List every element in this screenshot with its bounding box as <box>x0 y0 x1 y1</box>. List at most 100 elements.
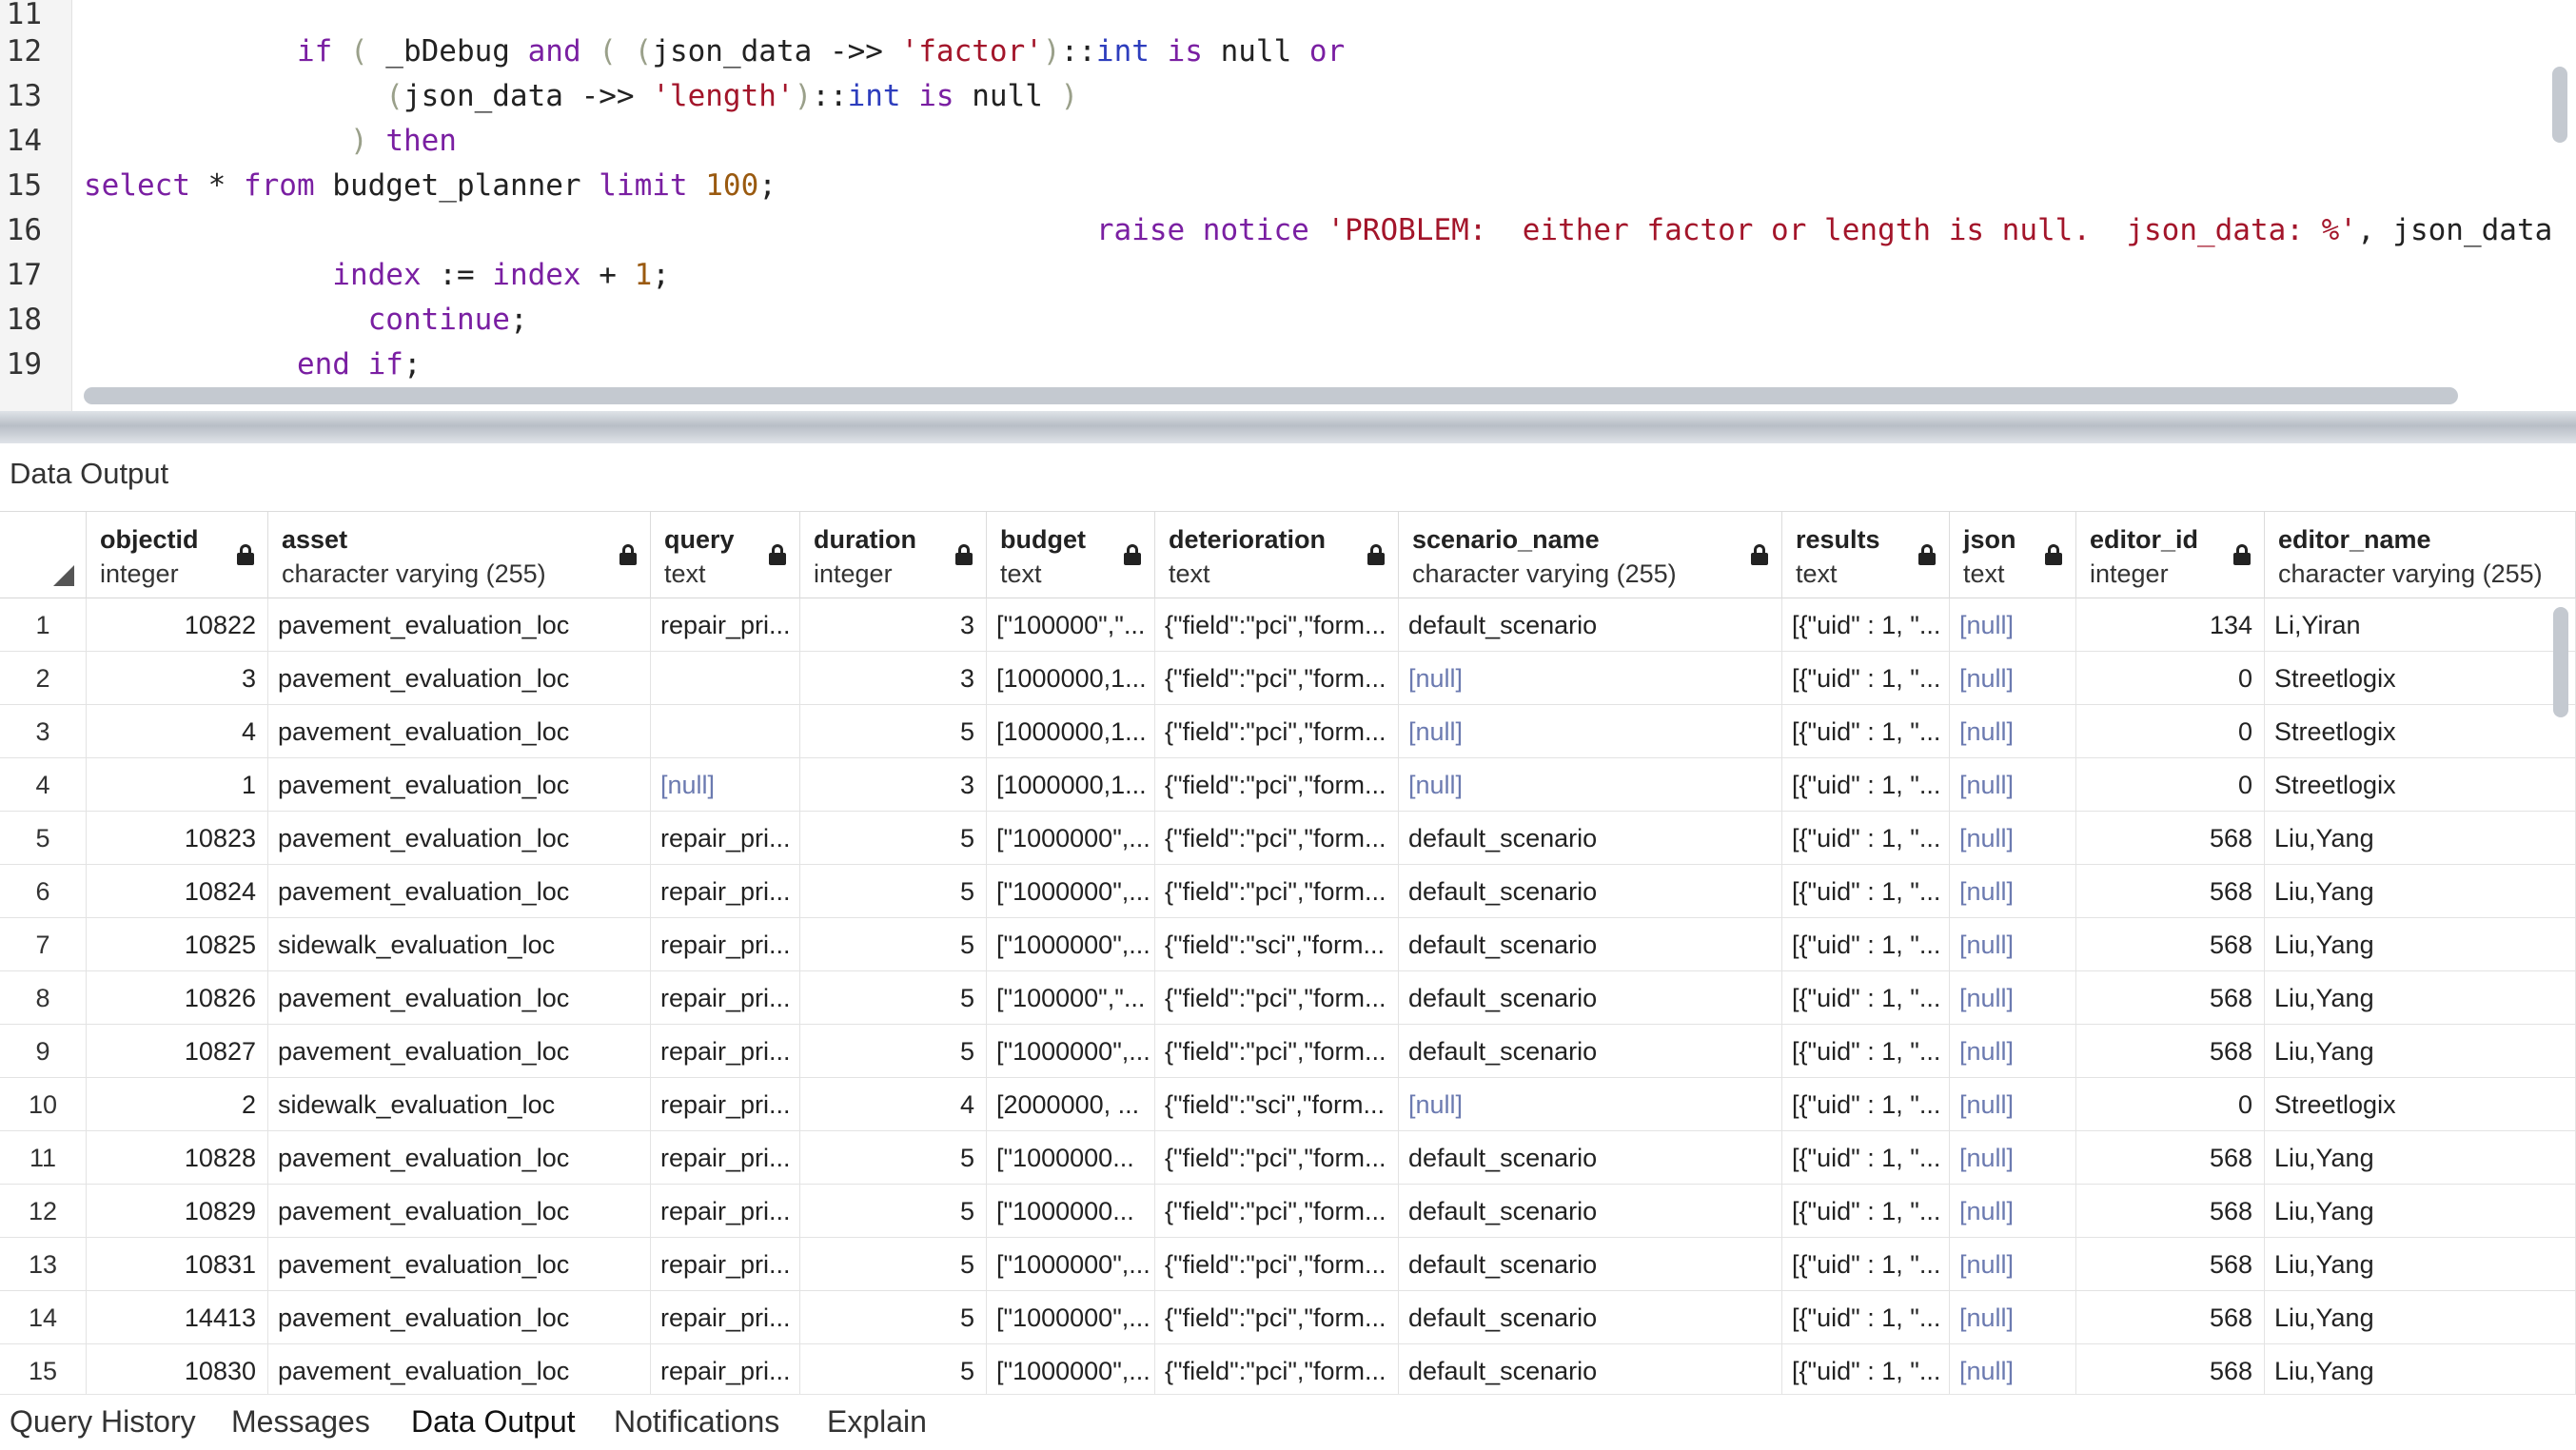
table-cell[interactable]: 10828 <box>87 1131 268 1185</box>
table-cell[interactable]: 5 <box>800 1131 987 1185</box>
table-cell[interactable]: ["1000000",... <box>987 918 1155 971</box>
table-cell[interactable]: default_scenario <box>1399 1131 1782 1185</box>
table-row[interactable]: 9 10827 pavement_evaluation_loc repair_pri.… <box>0 1025 2576 1078</box>
table-cell[interactable]: Liu,Yang <box>2265 1131 2576 1185</box>
editor-horizontal-scrollbar[interactable] <box>84 387 2458 404</box>
table-cell[interactable]: 0 <box>2076 758 2265 812</box>
table-cell[interactable]: [1000000,1... <box>987 758 1155 812</box>
row-number[interactable]: 15 <box>0 1344 87 1394</box>
table-cell[interactable]: {"field":"pci","form... <box>1155 812 1399 865</box>
table-cell[interactable]: pavement_evaluation_loc <box>268 1131 651 1185</box>
table-cell[interactable]: {"field":"sci","form... <box>1155 918 1399 971</box>
table-cell[interactable]: 134 <box>2076 598 2265 652</box>
table-cell[interactable]: ["1000000",... <box>987 1344 1155 1394</box>
table-cell[interactable]: 4 <box>800 1078 987 1131</box>
table-cell[interactable]: repair_pri... <box>651 598 800 652</box>
table-cell[interactable]: [null] <box>1950 918 2076 971</box>
table-cell[interactable]: {"field":"pci","form... <box>1155 1131 1399 1185</box>
row-number[interactable]: 8 <box>0 971 87 1025</box>
table-cell[interactable]: 14413 <box>87 1291 268 1344</box>
table-cell[interactable] <box>651 705 800 758</box>
table-cell[interactable]: Liu,Yang <box>2265 865 2576 918</box>
table-cell[interactable]: [null] <box>1950 812 2076 865</box>
table-cell[interactable]: 5 <box>800 1291 987 1344</box>
table-row[interactable]: 3 4 pavement_evaluation_loc 5 [1000000,1...{… <box>0 705 2576 758</box>
column-header-scenario-name[interactable]: scenario_name character varying (255) <box>1399 512 1782 598</box>
table-cell[interactable]: [{"uid" : 1, "... <box>1782 918 1950 971</box>
table-cell[interactable]: {"field":"sci","form... <box>1155 1078 1399 1131</box>
table-cell[interactable]: [null] <box>1950 865 2076 918</box>
table-cell[interactable]: [null] <box>1950 652 2076 705</box>
table-cell[interactable]: [null] <box>1950 598 2076 652</box>
table-cell[interactable]: Liu,Yang <box>2265 1344 2576 1394</box>
table-cell[interactable]: [null] <box>1399 1078 1782 1131</box>
table-cell[interactable]: default_scenario <box>1399 918 1782 971</box>
table-cell[interactable]: default_scenario <box>1399 598 1782 652</box>
table-cell[interactable]: [1000000,1... <box>987 705 1155 758</box>
table-cell[interactable]: [1000000,1... <box>987 652 1155 705</box>
table-cell[interactable]: pavement_evaluation_loc <box>268 1291 651 1344</box>
table-cell[interactable]: Liu,Yang <box>2265 812 2576 865</box>
table-cell[interactable]: repair_pri... <box>651 865 800 918</box>
row-number[interactable]: 12 <box>0 1185 87 1238</box>
table-cell[interactable]: [null] <box>1950 1025 2076 1078</box>
table-cell[interactable]: [{"uid" : 1, "... <box>1782 865 1950 918</box>
select-all-cell[interactable] <box>0 512 87 598</box>
table-cell[interactable]: default_scenario <box>1399 971 1782 1025</box>
row-number[interactable]: 5 <box>0 812 87 865</box>
table-cell[interactable] <box>651 652 800 705</box>
table-cell[interactable]: repair_pri... <box>651 1238 800 1291</box>
table-cell[interactable]: repair_pri... <box>651 1344 800 1394</box>
table-cell[interactable]: pavement_evaluation_loc <box>268 865 651 918</box>
table-cell[interactable]: 4 <box>87 705 268 758</box>
table-cell[interactable]: {"field":"pci","form... <box>1155 865 1399 918</box>
table-cell[interactable]: [{"uid" : 1, "... <box>1782 1131 1950 1185</box>
table-cell[interactable]: [null] <box>1399 705 1782 758</box>
table-cell[interactable]: 10822 <box>87 598 268 652</box>
panel-splitter[interactable] <box>0 411 2576 443</box>
table-cell[interactable]: 568 <box>2076 812 2265 865</box>
row-number[interactable]: 7 <box>0 918 87 971</box>
table-row[interactable]: 6 10824 pavement_evaluation_loc repair_pri.… <box>0 865 2576 918</box>
table-cell[interactable]: [null] <box>1950 1291 2076 1344</box>
table-cell[interactable]: Liu,Yang <box>2265 1025 2576 1078</box>
table-cell[interactable]: pavement_evaluation_loc <box>268 598 651 652</box>
table-cell[interactable]: ["1000000",... <box>987 865 1155 918</box>
table-cell[interactable]: pavement_evaluation_loc <box>268 1025 651 1078</box>
table-cell[interactable]: ["1000000",... <box>987 1291 1155 1344</box>
row-number[interactable]: 2 <box>0 652 87 705</box>
column-header-json[interactable]: json text <box>1950 512 2076 598</box>
table-cell[interactable]: [null] <box>1950 1344 2076 1394</box>
table-cell[interactable]: Liu,Yang <box>2265 971 2576 1025</box>
table-cell[interactable]: [null] <box>1950 1185 2076 1238</box>
table-cell[interactable]: Liu,Yang <box>2265 1291 2576 1344</box>
table-row[interactable]: 7 10825 sidewalk_evaluation_loc repair_pri.… <box>0 918 2576 971</box>
table-cell[interactable]: [{"uid" : 1, "... <box>1782 652 1950 705</box>
table-row[interactable]: 11 10828 pavement_evaluation_loc repair_pri… <box>0 1131 2576 1185</box>
table-cell[interactable]: 5 <box>800 1185 987 1238</box>
table-cell[interactable]: pavement_evaluation_loc <box>268 1238 651 1291</box>
table-row[interactable]: 15 10830 pavement_evaluation_loc repair_pri… <box>0 1344 2576 1394</box>
table-cell[interactable]: repair_pri... <box>651 1185 800 1238</box>
table-cell[interactable]: ["1000000... <box>987 1131 1155 1185</box>
table-cell[interactable]: 568 <box>2076 1344 2265 1394</box>
table-cell[interactable]: pavement_evaluation_loc <box>268 652 651 705</box>
table-cell[interactable]: default_scenario <box>1399 1344 1782 1394</box>
table-cell[interactable]: 3 <box>800 652 987 705</box>
table-cell[interactable]: pavement_evaluation_loc <box>268 971 651 1025</box>
table-cell[interactable]: 5 <box>800 1344 987 1394</box>
table-cell[interactable]: 0 <box>2076 1078 2265 1131</box>
table-cell[interactable]: [{"uid" : 1, "... <box>1782 1185 1950 1238</box>
table-cell[interactable]: pavement_evaluation_loc <box>268 705 651 758</box>
table-cell[interactable]: {"field":"pci","form... <box>1155 1025 1399 1078</box>
tab-messages[interactable]: Messages <box>231 1404 370 1440</box>
table-cell[interactable]: ["1000000",... <box>987 812 1155 865</box>
table-cell[interactable]: Streetlogix <box>2265 758 2576 812</box>
row-number[interactable]: 13 <box>0 1238 87 1291</box>
table-cell[interactable]: Liu,Yang <box>2265 1185 2576 1238</box>
column-header-editor-id[interactable]: editor_id integer <box>2076 512 2265 598</box>
table-cell[interactable]: [null] <box>1950 971 2076 1025</box>
table-cell[interactable]: 5 <box>800 865 987 918</box>
row-number[interactable]: 6 <box>0 865 87 918</box>
table-cell[interactable]: repair_pri... <box>651 1291 800 1344</box>
